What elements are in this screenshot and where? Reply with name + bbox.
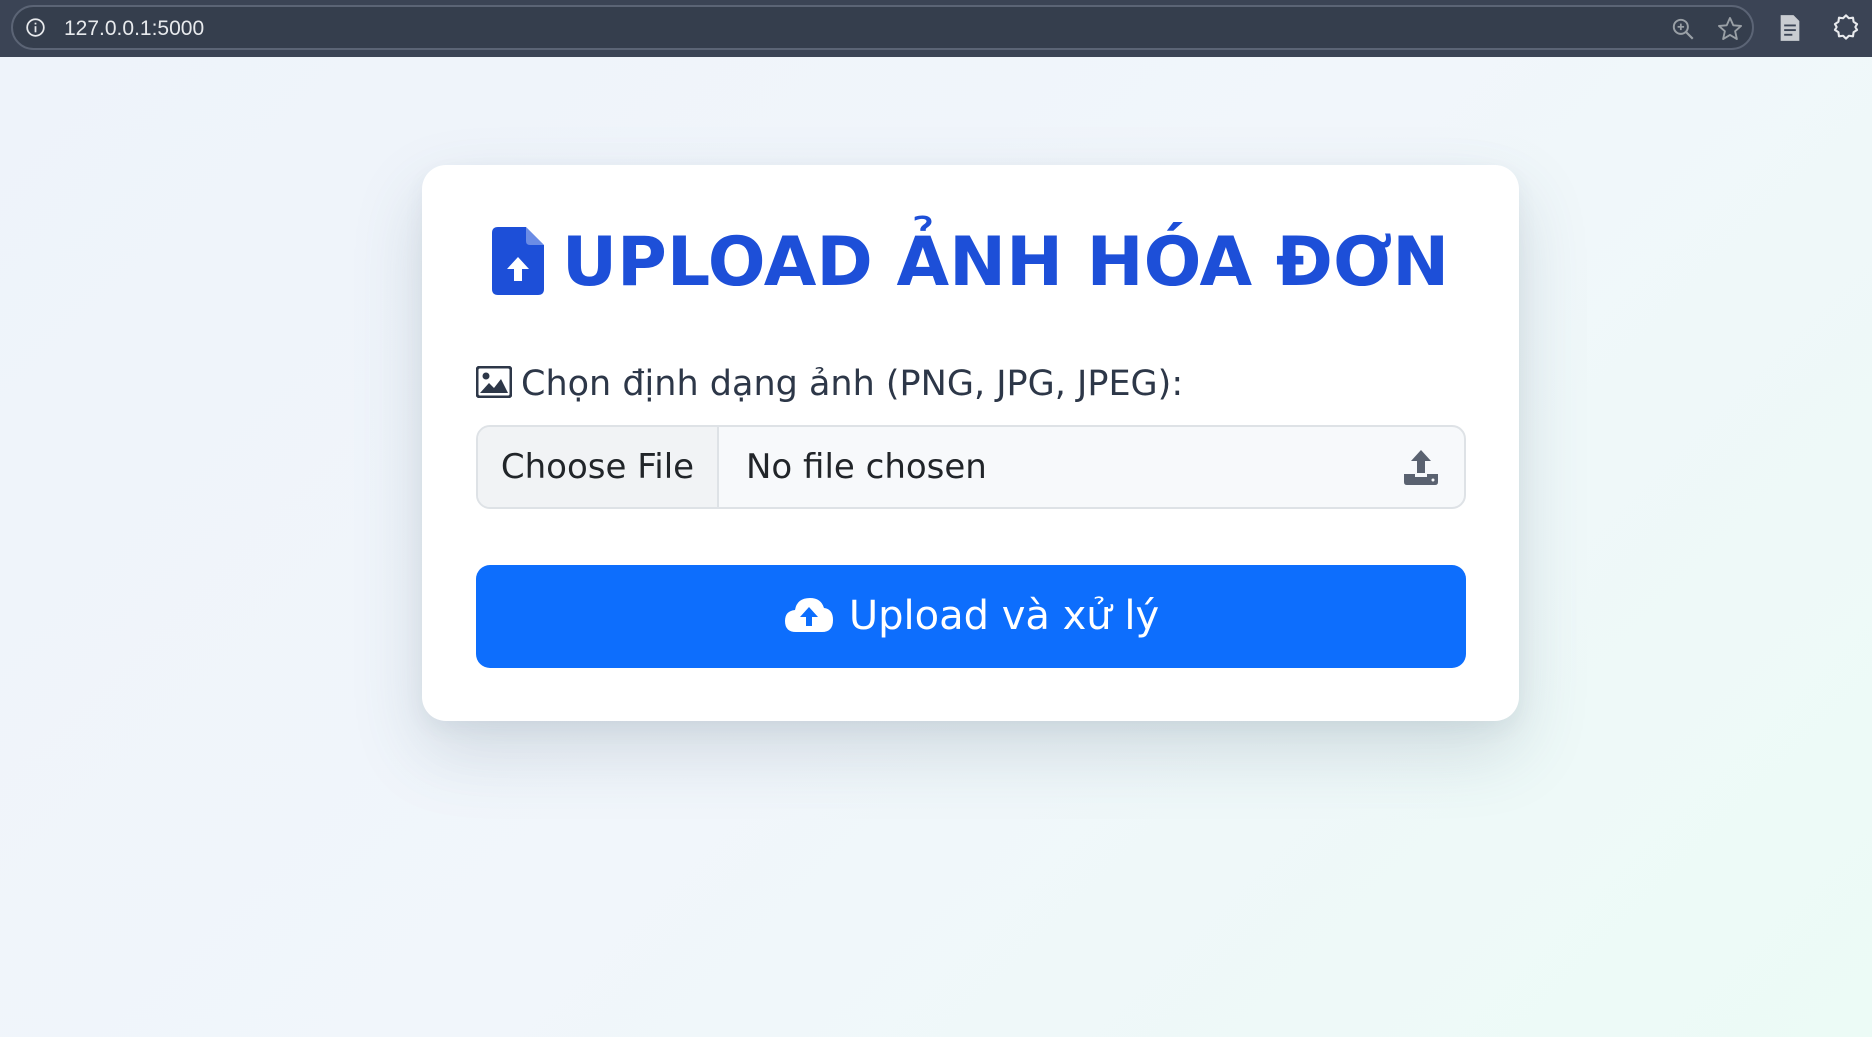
cloud-upload-icon <box>784 598 833 632</box>
info-icon[interactable] <box>25 17 46 38</box>
page-content: UPLOAD ẢNH HÓA ĐƠN Chọn định dạng ảnh (P… <box>0 57 1872 1037</box>
upload-card: UPLOAD ẢNH HÓA ĐƠN Chọn định dạng ảnh (P… <box>422 165 1519 721</box>
upload-submit-button[interactable]: Upload và xử lý <box>476 565 1466 668</box>
file-input[interactable]: Choose File No file chosen <box>476 425 1466 509</box>
upload-submit-label: Upload và xử lý <box>848 593 1160 639</box>
upload-tray-icon <box>1404 450 1438 485</box>
file-input-label: Chọn định dạng ảnh (PNG, JPG, JPEG): <box>476 362 1183 406</box>
zoom-icon[interactable] <box>1670 16 1696 42</box>
image-icon <box>476 366 512 398</box>
file-upload-icon <box>491 227 544 296</box>
bookmark-star-icon[interactable] <box>1716 15 1744 43</box>
choose-file-button[interactable]: Choose File <box>478 427 719 507</box>
file-status-text: No file chosen <box>746 447 987 487</box>
reading-mode-icon[interactable] <box>1778 14 1802 42</box>
url-text[interactable]: 127.0.0.1:5000 <box>64 18 204 40</box>
file-input-label-text: Chọn định dạng ảnh (PNG, JPG, JPEG): <box>521 364 1184 404</box>
extensions-icon[interactable] <box>1832 13 1860 41</box>
address-bar[interactable]: 127.0.0.1:5000 <box>11 5 1754 50</box>
page-title-text: UPLOAD ẢNH HÓA ĐƠN <box>561 223 1450 302</box>
page-title: UPLOAD ẢNH HÓA ĐƠN <box>422 223 1519 303</box>
browser-toolbar: 127.0.0.1:5000 <box>0 0 1872 57</box>
